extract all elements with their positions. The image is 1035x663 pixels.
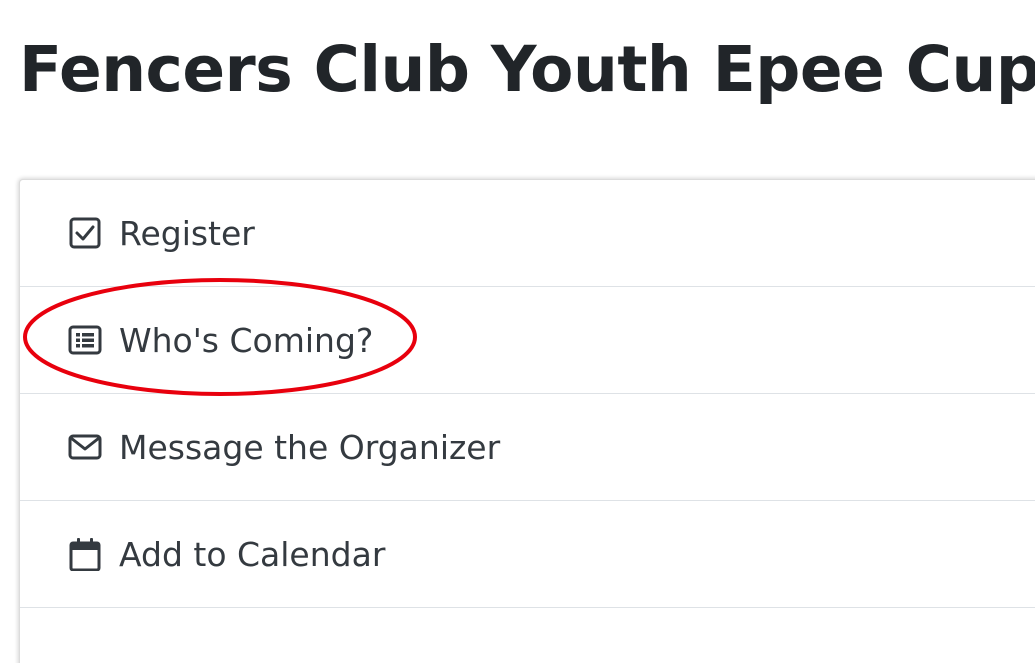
menu-item-message-organizer[interactable]: Message the Organizer xyxy=(20,394,1035,501)
checkbox-checked-icon xyxy=(68,216,102,250)
menu-item-whos-coming[interactable]: Who's Coming? xyxy=(20,287,1035,394)
menu-item-label: Register xyxy=(119,213,255,253)
menu-item-label: Message the Organizer xyxy=(119,427,501,467)
page-title: Fencers Club Youth Epee Cup xyxy=(19,33,1035,106)
menu-item-add-to-calendar[interactable]: Add to Calendar xyxy=(20,501,1035,608)
envelope-icon xyxy=(68,430,102,464)
menu-item-label: Add to Calendar xyxy=(119,534,386,574)
menu-item-label: Who's Coming? xyxy=(119,320,374,360)
calendar-icon xyxy=(68,537,102,571)
event-actions-menu: Register Who's Coming? Message the Organ… xyxy=(19,179,1035,663)
list-icon xyxy=(68,323,102,357)
menu-item-register[interactable]: Register xyxy=(20,180,1035,287)
